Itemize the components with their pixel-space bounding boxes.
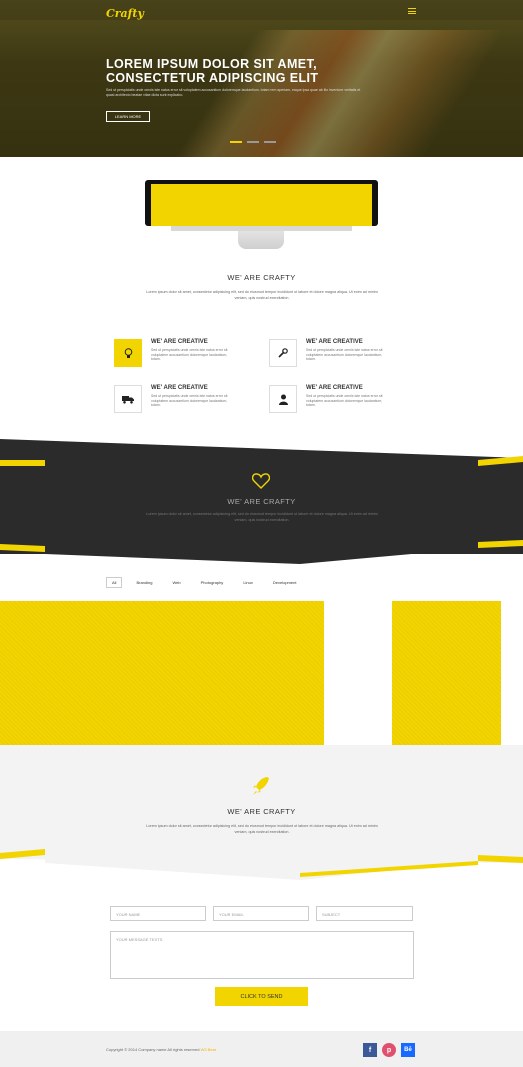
filter-branding[interactable]: Branding	[130, 577, 158, 588]
monitor-stand	[238, 231, 284, 249]
filter-all[interactable]: All	[106, 577, 123, 588]
slider-dot[interactable]	[264, 141, 276, 143]
feature-title: WE' ARE CREATIVE	[151, 339, 208, 345]
feature-text: Sed ut perspiciatis unde omnis iste natu…	[306, 394, 383, 408]
feature-item: WE' ARE CREATIVE Sed ut perspiciatis und…	[114, 339, 234, 369]
footer	[0, 1031, 523, 1067]
crafty-title: WE' ARE CRAFTY	[227, 807, 296, 816]
message-field[interactable]: YOUR MESSAGE TEXTS	[110, 931, 414, 979]
portfolio-filters: All Branding Web Photography Linux Devel…	[106, 577, 302, 588]
heart-icon	[252, 473, 270, 489]
brand-link[interactable]: W3 Bear	[201, 1047, 217, 1052]
about-text: Lorem ipsum dolor sit amet, consectetur …	[146, 290, 378, 300]
monitor-screen	[151, 184, 372, 226]
rocket-icon	[253, 777, 269, 795]
filter-development[interactable]: Development	[267, 577, 303, 588]
lightbulb-icon	[114, 339, 142, 367]
about-title: WE' ARE CRAFTY	[227, 273, 296, 282]
feature-item: WE' ARE CREATIVE Sed ut perspiciatis und…	[269, 385, 389, 415]
dribbble-icon[interactable]: p	[382, 1043, 396, 1057]
slider-dot[interactable]	[230, 141, 242, 143]
name-field[interactable]: YOUR NAME	[110, 906, 206, 921]
email-field[interactable]: YOUR EMAIL	[213, 906, 309, 921]
portfolio-tile[interactable]	[0, 601, 324, 745]
portfolio-tile[interactable]	[392, 601, 501, 745]
learn-more-button[interactable]: LEARN MORE	[106, 111, 150, 122]
hamburger-menu-icon[interactable]	[408, 8, 416, 14]
facebook-icon[interactable]: f	[363, 1043, 377, 1057]
crafty-text: Lorem ipsum dolor sit amet, consectetur …	[146, 824, 378, 834]
behance-icon[interactable]: Bē	[401, 1043, 415, 1057]
feature-title: WE' ARE CREATIVE	[306, 385, 363, 391]
band-text: Lorem ipsum dolor sit amet, consectetur …	[146, 512, 378, 522]
feature-title: WE' ARE CREATIVE	[151, 385, 208, 391]
filter-photography[interactable]: Photography	[195, 577, 230, 588]
monitor-image	[145, 180, 378, 226]
band-title: WE' ARE CRAFTY	[227, 497, 296, 506]
hero-text: Sed ut perspiciatis unde omnis iste natu…	[106, 88, 361, 97]
feature-text: Sed ut perspiciatis unde omnis iste natu…	[306, 348, 383, 362]
send-button[interactable]: CLICK TO SEND	[215, 987, 308, 1006]
slider-dot[interactable]	[247, 141, 259, 143]
feature-title: WE' ARE CREATIVE	[306, 339, 363, 345]
feature-item: WE' ARE CREATIVE Sed ut perspiciatis und…	[114, 385, 234, 415]
truck-icon	[114, 385, 142, 413]
user-icon	[269, 385, 297, 413]
logo[interactable]: Crafty	[106, 7, 144, 20]
subject-field[interactable]: SUBJECT	[316, 906, 413, 921]
wrench-icon	[269, 339, 297, 367]
feature-text: Sed ut perspiciatis unde omnis iste natu…	[151, 348, 228, 362]
feature-item: WE' ARE CREATIVE Sed ut perspiciatis und…	[269, 339, 389, 369]
hero-title: LOREM IPSUM DOLOR SIT AMET, CONSECTETUR …	[106, 57, 319, 85]
filter-web[interactable]: Web	[166, 577, 186, 588]
copyright: Copyright © 2014 Company name All rights…	[106, 1047, 216, 1052]
slider-dots	[230, 141, 276, 143]
copyright-text: Copyright © 2014 Company name All rights…	[106, 1047, 200, 1052]
filter-linux[interactable]: Linux	[237, 577, 259, 588]
feature-text: Sed ut perspiciatis unde omnis iste natu…	[151, 394, 228, 408]
